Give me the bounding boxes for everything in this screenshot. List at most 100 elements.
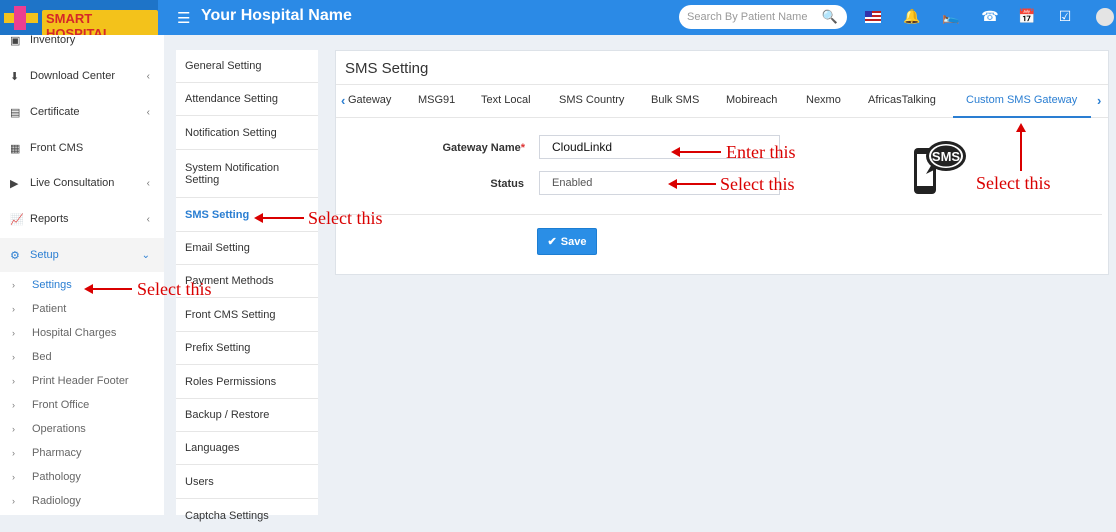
chevron-right-icon: › <box>12 496 15 506</box>
sidebar-subitem-radiology[interactable]: › Radiology <box>12 495 81 507</box>
settings-item-sms[interactable]: SMS Setting <box>176 198 318 232</box>
chevron-right-icon: › <box>12 304 15 314</box>
subitem-label: Radiology <box>32 495 81 507</box>
settings-item-system-notification[interactable]: System Notification Setting <box>176 150 318 198</box>
sidebar-item-reports[interactable]: 📈 Reports ‹ <box>0 202 164 236</box>
tab-nexmo[interactable]: Nexmo <box>806 94 841 106</box>
tab-msg91[interactable]: MSG91 <box>418 94 455 106</box>
gateway-name-label: Gateway Name* <box>395 142 525 154</box>
chevron-right-icon: › <box>12 472 15 482</box>
chevron-right-icon: › <box>12 352 15 362</box>
tab-scroll-right-icon[interactable]: › <box>1097 93 1101 108</box>
tab-bulk-sms[interactable]: Bulk SMS <box>651 94 699 106</box>
sidebar-item-certificate[interactable]: ▤ Certificate ‹ <box>0 95 164 129</box>
sms-phone-icon: SMS <box>914 141 966 194</box>
sidebar-item-label: Setup <box>30 249 59 261</box>
settings-item-languages[interactable]: Languages <box>176 432 318 465</box>
sidebar-item-label: Reports <box>30 213 69 225</box>
menu-toggle-icon[interactable]: ☰ <box>177 9 190 27</box>
top-navbar: SMART HOSPITAL ☰ Your Hospital Name Sear… <box>0 0 1116 42</box>
subitem-label: Pharmacy <box>32 447 82 459</box>
sidebar-item-live-consultation[interactable]: ▶ Live Consultation ‹ <box>0 166 164 200</box>
whatsapp-icon[interactable]: ☎ <box>981 8 999 26</box>
settings-item-front-cms[interactable]: Front CMS Setting <box>176 298 318 332</box>
form-divider <box>336 214 1102 215</box>
settings-item-email[interactable]: Email Setting <box>176 232 318 265</box>
tab-sms-country[interactable]: SMS Country <box>559 94 624 106</box>
subitem-label: Front Office <box>32 399 90 411</box>
chevron-right-icon: › <box>12 280 15 290</box>
sidebar-subitem-front-office[interactable]: › Front Office <box>12 399 89 411</box>
tab-mobireach[interactable]: Mobireach <box>726 94 777 106</box>
download-icon: ⬇ <box>10 70 20 83</box>
tab-gateway[interactable]: Gateway <box>348 94 392 106</box>
subitem-label: Settings <box>32 279 72 291</box>
settings-item-prefix[interactable]: Prefix Setting <box>176 332 318 365</box>
sidebar-item-download-center[interactable]: ⬇ Download Center ‹ <box>0 59 164 93</box>
settings-item-roles-permissions[interactable]: Roles Permissions <box>176 365 318 399</box>
sidebar-item-front-cms[interactable]: ▦ Front CMS <box>0 131 164 165</box>
sidebar-subitem-pharmacy[interactable]: › Pharmacy <box>12 447 82 459</box>
subitem-label: Pathology <box>32 471 81 483</box>
page-title: SMS Setting <box>345 60 429 77</box>
bed-icon[interactable]: 🛌 <box>942 8 960 26</box>
annotation-select-status: Select this <box>720 174 795 194</box>
chevron-left-icon: ‹ <box>146 106 150 118</box>
patient-search-input[interactable]: Search By Patient Name 🔍 <box>679 5 847 29</box>
annotation-arrow-settings <box>84 284 132 294</box>
sidebar-item-label: Inventory <box>30 34 76 46</box>
save-button[interactable]: ✔ Save <box>537 228 597 255</box>
subitem-label: Hospital Charges <box>32 327 117 339</box>
gateway-name-label-text: Gateway Name <box>442 142 521 154</box>
annotation-select-sms-setting: Select this <box>308 208 383 228</box>
tab-scroll-left-icon[interactable]: ‹ <box>341 93 345 108</box>
sidebar-subitem-pathology[interactable]: › Pathology <box>12 471 81 483</box>
subitem-label: Print Header Footer <box>32 375 129 387</box>
sidebar-subitem-patient[interactable]: › Patient <box>12 303 66 315</box>
status-label: Status <box>490 178 524 190</box>
sidebar-item-label: Front CMS <box>30 142 84 154</box>
tab-custom-sms-gateway[interactable]: Custom SMS Gateway <box>966 94 1077 106</box>
settings-item-attendance[interactable]: Attendance Setting <box>176 83 318 116</box>
settings-item-backup-restore[interactable]: Backup / Restore <box>176 399 318 432</box>
sidebar-item-label: Live Consultation <box>30 177 115 189</box>
sidebar: ▣ Inventory ⬇ Download Center ‹ ▤ Certif… <box>0 34 164 515</box>
chevron-left-icon: ‹ <box>146 177 150 189</box>
sidebar-subitem-settings[interactable]: › Settings <box>12 279 72 291</box>
calendar-icon[interactable]: 📅 <box>1018 8 1036 26</box>
settings-item-captcha[interactable]: Captcha Settings <box>176 499 318 532</box>
sms-setting-panel: SMS Setting ‹ Gateway MSG91 Text Local S… <box>335 50 1109 275</box>
bell-icon[interactable]: 🔔 <box>903 8 921 26</box>
annotation-arrow-gateway-name <box>671 147 721 157</box>
sidebar-item-inventory[interactable]: ▣ Inventory <box>0 23 164 57</box>
sidebar-subitem-operations[interactable]: › Operations <box>12 423 86 435</box>
task-check-icon[interactable]: ☑ <box>1056 8 1074 26</box>
active-tab-indicator <box>953 116 1091 118</box>
setup-icon: ⚙ <box>10 249 20 262</box>
sidebar-subitem-print-header-footer[interactable]: › Print Header Footer <box>12 375 129 387</box>
subitem-label: Bed <box>32 351 52 363</box>
check-circle-icon: ✔ <box>547 236 557 248</box>
reports-icon: 📈 <box>10 213 24 226</box>
settings-item-general[interactable]: General Setting <box>176 50 318 83</box>
language-flag-icon[interactable] <box>865 11 881 23</box>
front-cms-icon: ▦ <box>10 142 21 155</box>
tab-text-local[interactable]: Text Local <box>481 94 531 106</box>
annotation-select-settings: Select this <box>137 279 212 299</box>
sidebar-subitem-bed[interactable]: › Bed <box>12 351 52 363</box>
hospital-name: Your Hospital Name <box>201 7 352 24</box>
tab-africastalking[interactable]: AfricasTalking <box>868 94 936 106</box>
settings-item-notification[interactable]: Notification Setting <box>176 116 318 150</box>
subitem-label: Operations <box>32 423 86 435</box>
sidebar-item-setup[interactable]: ⚙ Setup ⌄ <box>0 238 164 272</box>
search-icon[interactable]: 🔍 <box>822 9 838 25</box>
chevron-right-icon: › <box>12 448 15 458</box>
sms-icon-text: SMS <box>932 149 961 164</box>
save-button-label: Save <box>560 235 587 248</box>
sidebar-subitem-hospital-charges[interactable]: › Hospital Charges <box>12 327 116 339</box>
subitem-label: Patient <box>32 303 67 315</box>
settings-item-users[interactable]: Users <box>176 465 318 499</box>
chevron-down-icon: ⌄ <box>141 249 150 261</box>
user-avatar[interactable] <box>1096 8 1114 26</box>
annotation-arrow-sms-setting <box>254 213 304 223</box>
